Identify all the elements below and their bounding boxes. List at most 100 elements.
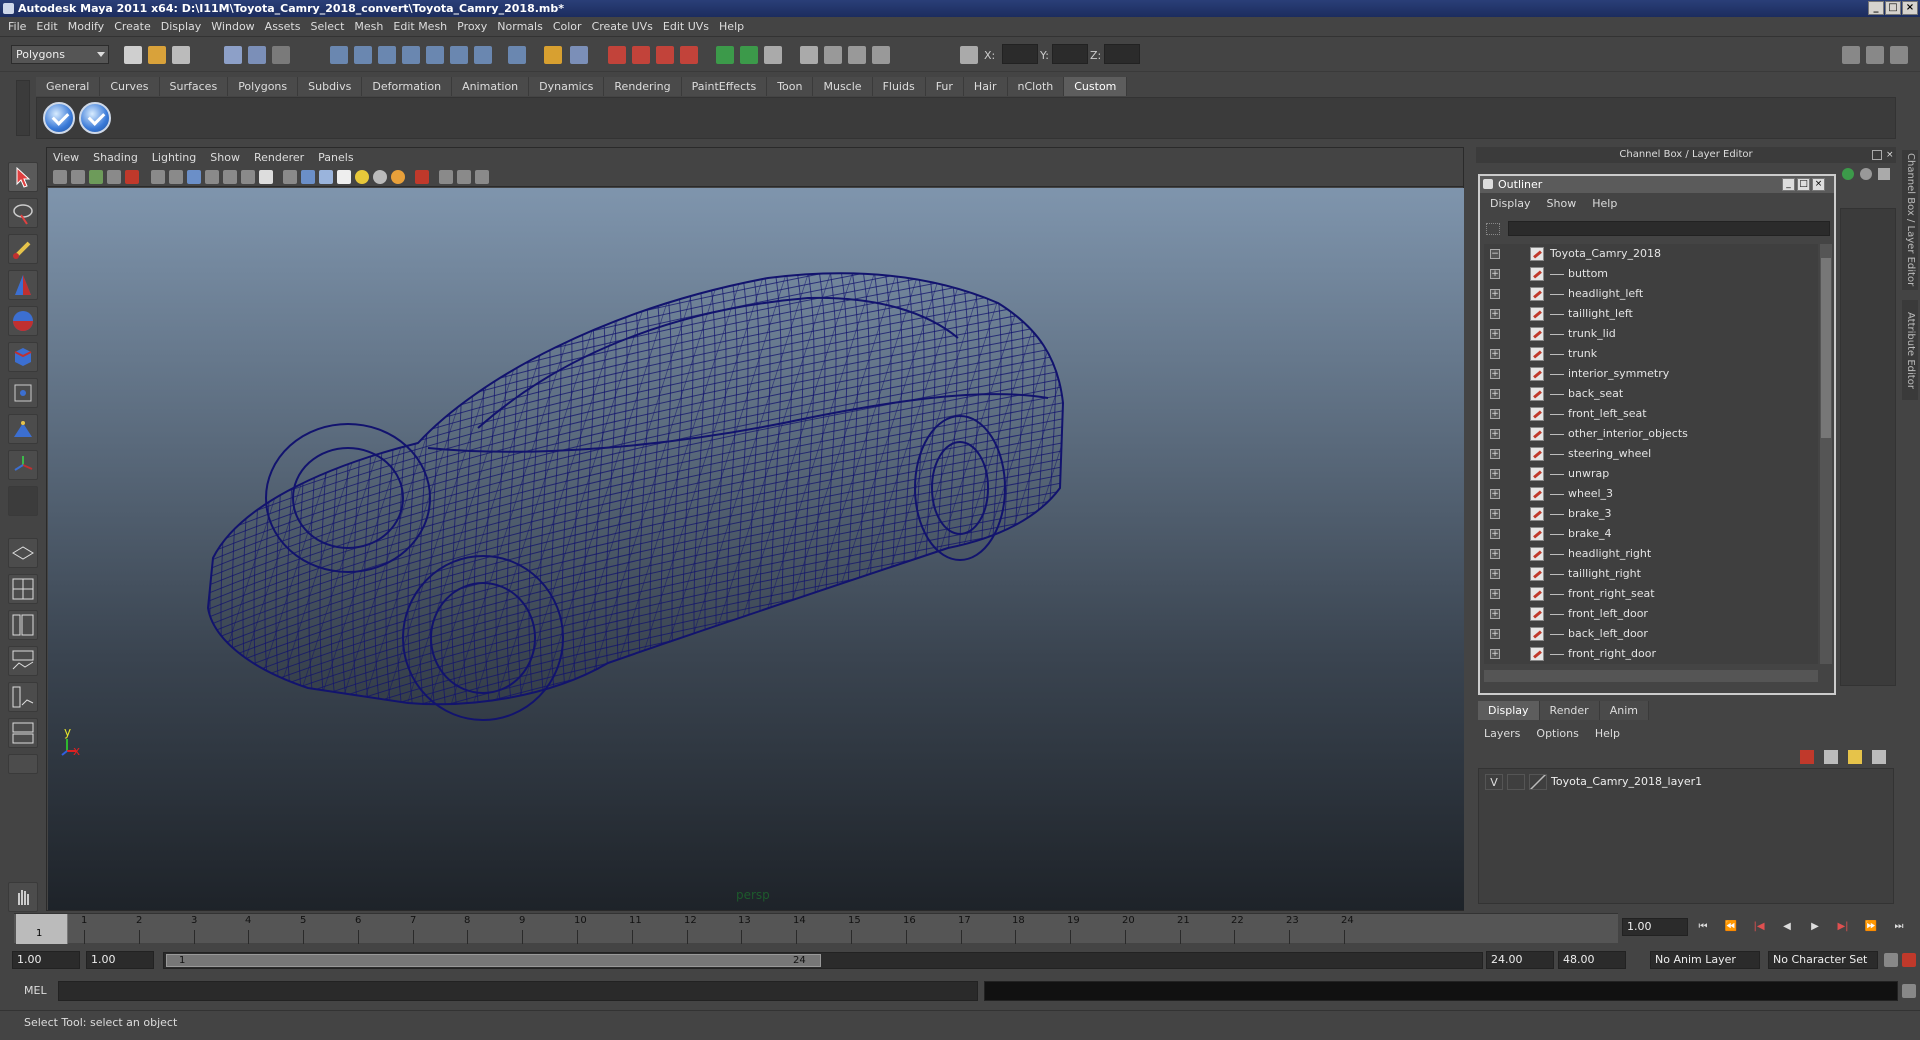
snap-curve-icon[interactable] [354, 46, 372, 64]
gate-mask-icon[interactable] [205, 170, 219, 184]
select-tool-icon[interactable] [8, 162, 38, 192]
expand-icon[interactable]: + [1490, 469, 1500, 479]
end-time-field[interactable]: 48.00 [1558, 951, 1626, 969]
anim-end-time-field[interactable]: 24.00 [1486, 951, 1554, 969]
play-forward-icon[interactable]: ▶ [1806, 918, 1824, 936]
outliner-item[interactable]: + headlight_right [1484, 544, 1818, 564]
isolate-select-icon[interactable] [415, 170, 429, 184]
float-panel-icon[interactable] [1872, 150, 1882, 160]
four-view-layout-icon[interactable] [8, 574, 38, 604]
viewport-menu-lighting[interactable]: Lighting [152, 151, 196, 164]
expand-icon[interactable]: + [1490, 269, 1500, 279]
lasso-tool-icon[interactable] [8, 198, 38, 228]
menu-select[interactable]: Select [310, 20, 344, 33]
persp-outliner-layout-icon[interactable] [8, 610, 38, 640]
outliner-root-row[interactable]: − Toyota_Camry_2018 [1484, 244, 1818, 264]
menu-normals[interactable]: Normals [497, 20, 543, 33]
outliner-search-input[interactable] [1508, 221, 1830, 236]
layer-stack-icon[interactable] [1824, 750, 1838, 764]
single-perspective-layout-icon[interactable] [8, 538, 38, 568]
menu-edit-uvs[interactable]: Edit UVs [663, 20, 709, 33]
relative-transform-icon[interactable] [824, 46, 842, 64]
ipr-render-icon[interactable] [632, 46, 650, 64]
shelf-tab-fluids[interactable]: Fluids [872, 77, 926, 96]
input-ops-icon[interactable] [570, 46, 588, 64]
help-icon[interactable] [508, 46, 526, 64]
create-layer-from-selected-icon[interactable] [1848, 750, 1862, 764]
expand-icon[interactable]: + [1490, 509, 1500, 519]
menu-edit-mesh[interactable]: Edit Mesh [393, 20, 447, 33]
channel-box-filter-icon[interactable] [1860, 168, 1872, 180]
outliner-item[interactable]: + front_right_door [1484, 644, 1818, 664]
outliner-vertical-scrollbar[interactable] [1820, 244, 1832, 664]
viewport-menu-view[interactable]: View [53, 151, 79, 164]
outliner-item[interactable]: + brake_3 [1484, 504, 1818, 524]
universal-manipulator-icon[interactable] [8, 378, 38, 408]
grid-icon[interactable] [151, 170, 165, 184]
expand-icon[interactable]: + [1490, 329, 1500, 339]
shelf-tab-deformation[interactable]: Deformation [362, 77, 453, 96]
menu-create[interactable]: Create [114, 20, 151, 33]
high-quality-icon[interactable] [391, 170, 405, 184]
mel-label[interactable]: MEL [24, 984, 47, 997]
xray-joints-icon[interactable] [457, 170, 471, 184]
snap-grid-icon[interactable] [330, 46, 348, 64]
outliner-item[interactable]: + front_right_seat [1484, 584, 1818, 604]
shelf-tab-painteffects[interactable]: PaintEffects [681, 77, 768, 96]
safe-title-icon[interactable] [259, 170, 273, 184]
range-slider[interactable]: 1 24 [163, 952, 1483, 969]
history-icon[interactable] [474, 46, 492, 64]
outliner-item[interactable]: + taillight_right [1484, 564, 1818, 584]
select-object-icon[interactable] [248, 46, 266, 64]
outliner-menu-help[interactable]: Help [1592, 197, 1617, 210]
menu-set-dropdown[interactable]: Polygons [11, 45, 109, 64]
close-button[interactable]: × [1902, 1, 1918, 15]
layer-menu-layers[interactable]: Layers [1484, 727, 1520, 740]
shelf-tab-general[interactable]: General [36, 77, 101, 96]
two-d-pan-zoom-icon[interactable] [125, 170, 139, 184]
toggle-sidebar-icon[interactable] [1842, 46, 1860, 64]
menu-color[interactable]: Color [553, 20, 582, 33]
last-tool-icon[interactable] [8, 486, 38, 516]
menu-display[interactable]: Display [161, 20, 202, 33]
anim-start-time-field[interactable]: 1.00 [86, 951, 154, 969]
rename-icon[interactable] [848, 46, 866, 64]
expand-icon[interactable]: + [1490, 529, 1500, 539]
step-back-key-icon[interactable]: |◀ [1750, 918, 1768, 936]
expand-icon[interactable]: + [1490, 289, 1500, 299]
layer-playback-toggle[interactable] [1507, 774, 1525, 790]
layout-menu-icon[interactable] [8, 754, 38, 774]
shelf-tab-surfaces[interactable]: Surfaces [159, 77, 229, 96]
outliner-item[interactable]: + other_interior_objects [1484, 424, 1818, 444]
scale-tool-icon[interactable] [8, 342, 38, 372]
layer-tab-anim[interactable]: Anim [1599, 701, 1649, 720]
layer-color-swatch[interactable] [1529, 774, 1547, 790]
numeric-input-icon[interactable] [960, 46, 978, 64]
step-forward-frame-icon[interactable]: ⏩ [1862, 918, 1880, 936]
shelf-tab-animation[interactable]: Animation [452, 77, 530, 96]
outliner-menu-display[interactable]: Display [1490, 197, 1531, 210]
expand-icon[interactable]: + [1490, 429, 1500, 439]
show-manipulator-icon[interactable] [8, 450, 38, 480]
close-panel-icon[interactable]: × [1886, 150, 1896, 160]
snap-surface-icon[interactable] [450, 46, 468, 64]
quick-select-icon[interactable] [872, 46, 890, 64]
bookmark-icon[interactable] [89, 170, 103, 184]
play-backward-icon[interactable]: ◀ [1778, 918, 1796, 936]
outliner-horizontal-scrollbar[interactable] [1484, 670, 1818, 682]
outliner-item[interactable]: + front_left_seat [1484, 404, 1818, 424]
expand-icon[interactable]: + [1490, 589, 1500, 599]
outliner-item[interactable]: + back_seat [1484, 384, 1818, 404]
xray-icon[interactable] [439, 170, 453, 184]
field-chart-icon[interactable] [223, 170, 237, 184]
current-time-indicator[interactable]: 1 [16, 914, 68, 944]
film-gate-icon[interactable] [169, 170, 183, 184]
outliner-close-button[interactable]: × [1812, 178, 1825, 191]
safe-action-icon[interactable] [241, 170, 255, 184]
custom-shelf-button-2[interactable] [79, 102, 111, 134]
toggle-attribute-editor-icon[interactable] [1866, 46, 1884, 64]
paint-select-tool-icon[interactable] [8, 234, 38, 264]
delete-layer-icon[interactable] [1872, 750, 1886, 764]
outliner-menu-show[interactable]: Show [1547, 197, 1577, 210]
wireframe-on-shaded-icon[interactable] [319, 170, 333, 184]
